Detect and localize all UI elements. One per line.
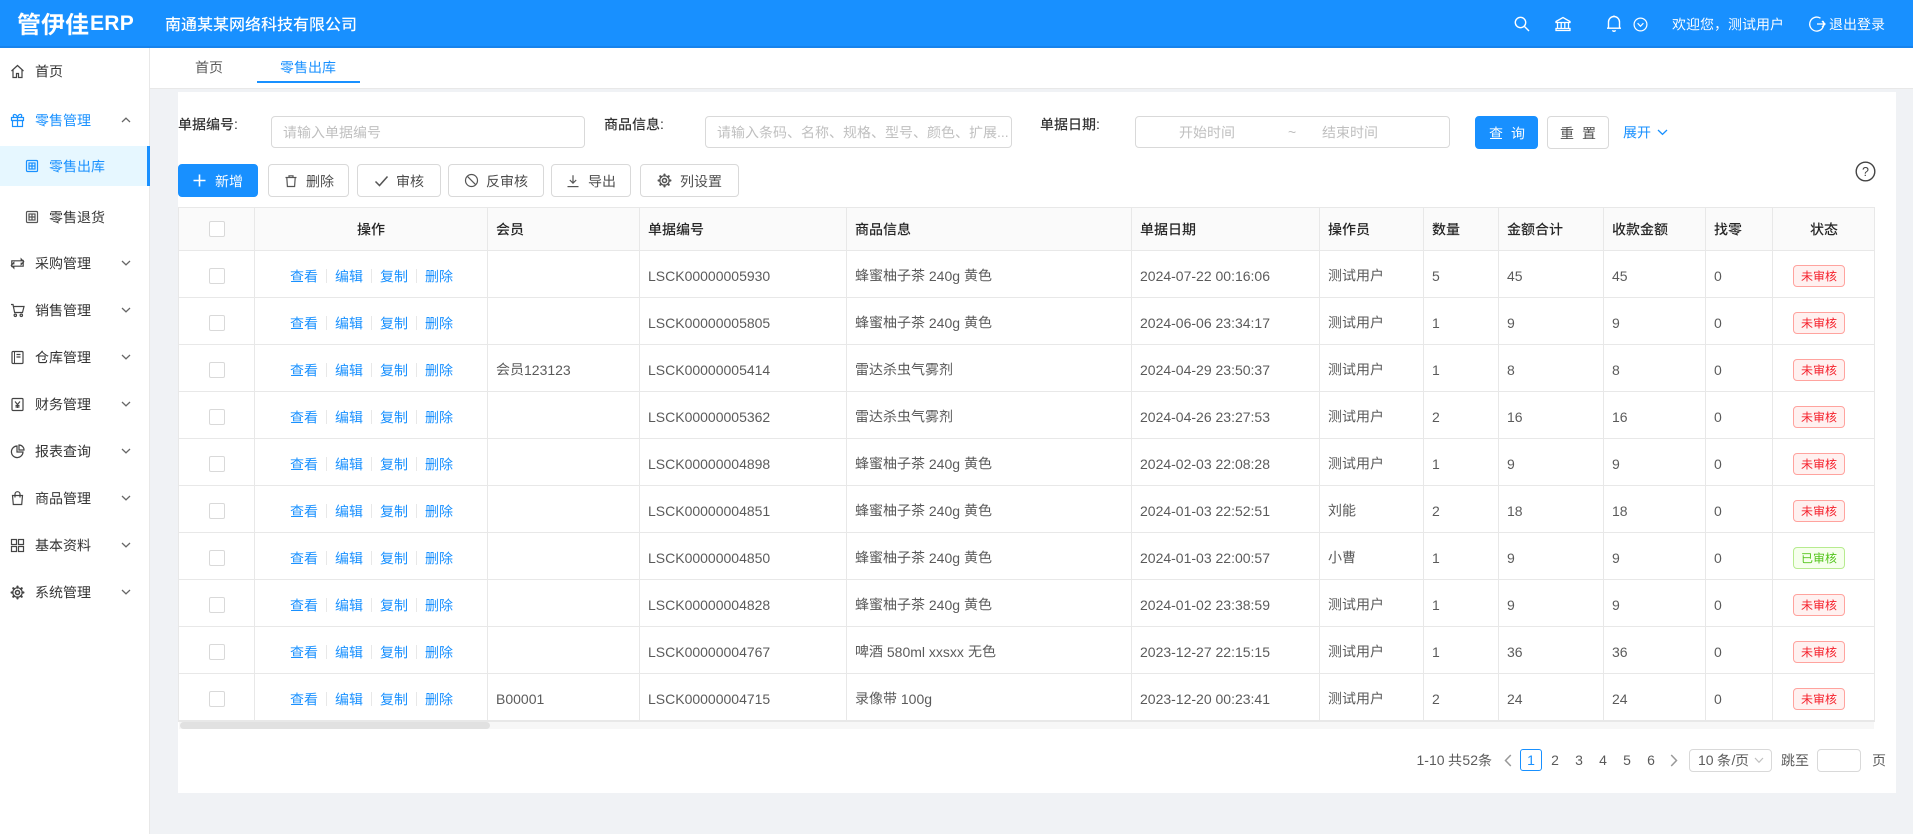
svg-text:?: ? <box>1862 165 1869 179</box>
